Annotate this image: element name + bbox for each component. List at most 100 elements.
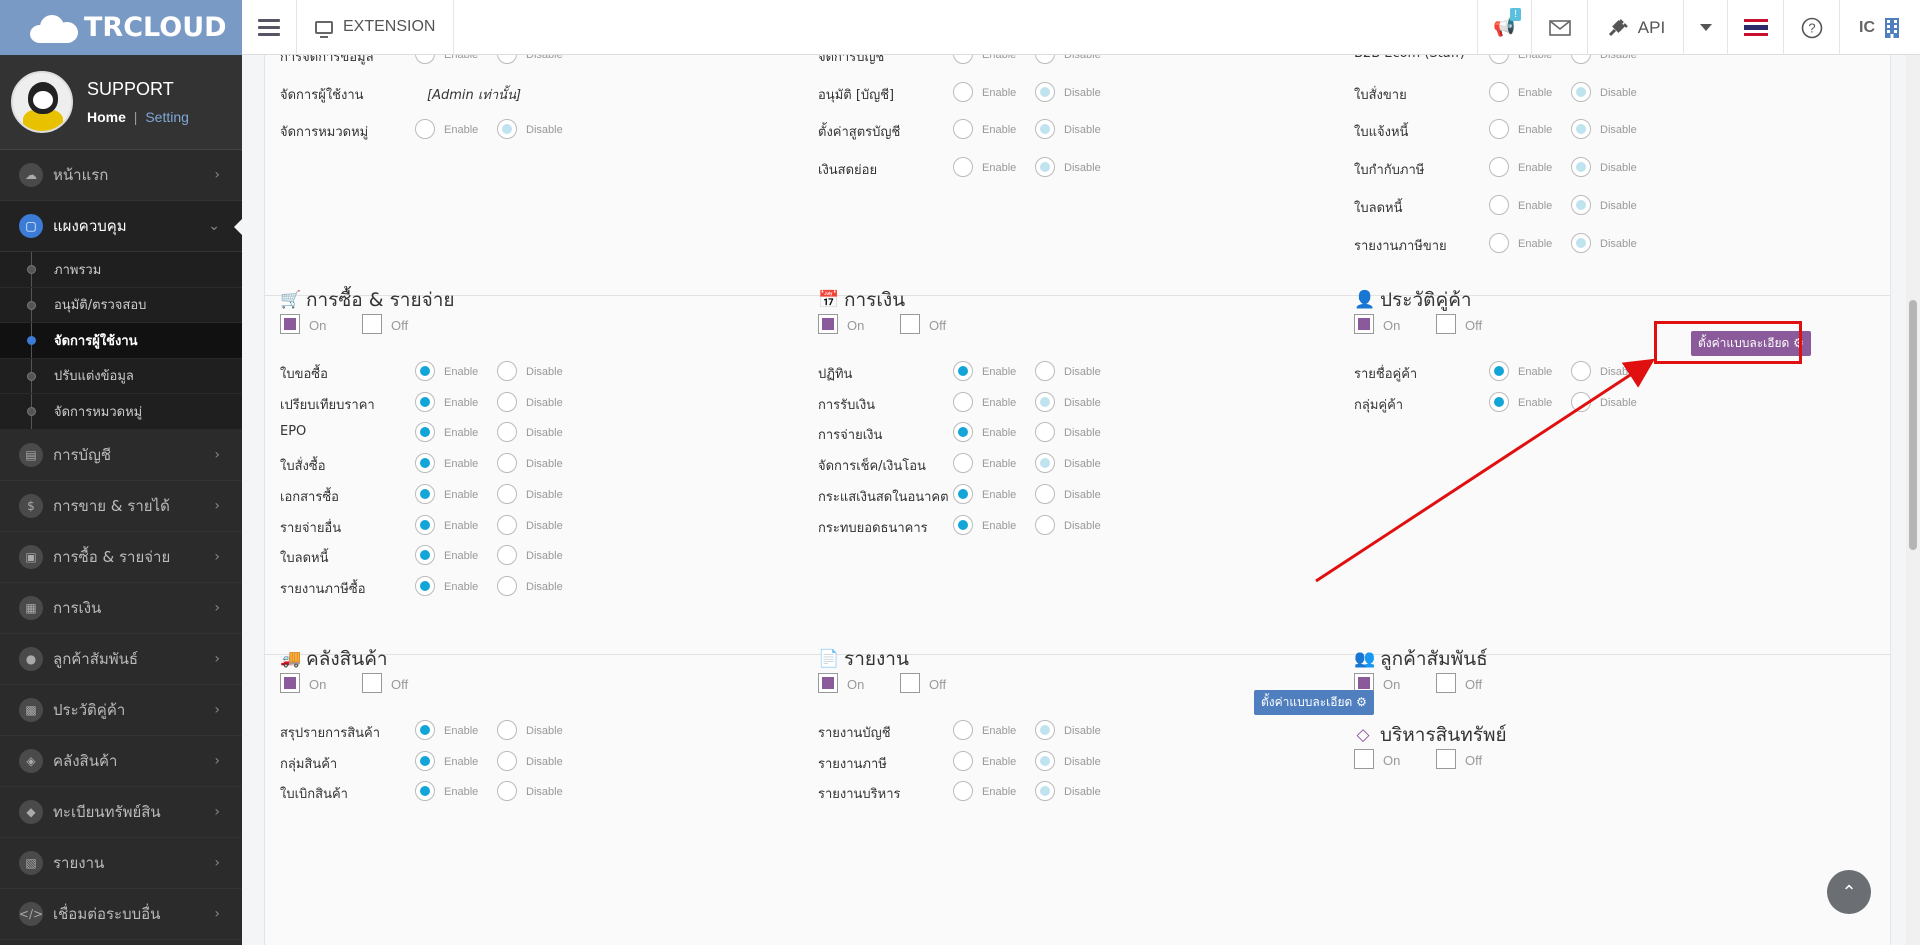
disable-radio[interactable]: [1035, 157, 1055, 178]
disable-radio[interactable]: [1035, 422, 1055, 443]
extension-button[interactable]: EXTENSION: [297, 0, 455, 55]
off-checkbox[interactable]: [1436, 673, 1456, 693]
sidebar-item[interactable]: ▦ การเงิน ›: [0, 583, 242, 634]
disable-radio[interactable]: [497, 483, 517, 504]
enable-radio[interactable]: [953, 119, 973, 140]
disable-radio[interactable]: [1035, 750, 1055, 771]
disable-radio[interactable]: [497, 361, 517, 381]
enable-radio[interactable]: [953, 157, 973, 178]
sidebar-item[interactable]: ▢ แผงควบคุม ⌄: [0, 201, 242, 252]
disable-radio[interactable]: [497, 575, 517, 596]
enable-radio[interactable]: [415, 514, 435, 535]
on-checkbox[interactable]: [818, 314, 838, 334]
disable-radio[interactable]: [1035, 361, 1055, 381]
enable-radio[interactable]: [415, 575, 435, 596]
sidebar-item[interactable]: ● ลูกค้าสัมพันธ์ ›: [0, 634, 242, 685]
sidebar-item[interactable]: ☁ หน้าแรก ›: [0, 150, 242, 201]
sidebar-item[interactable]: ▧ รายงาน ›: [0, 838, 242, 889]
setting-link[interactable]: Setting: [145, 109, 189, 125]
sidebar-subitem[interactable]: จัดการหมวดหมู่: [0, 394, 242, 430]
enable-radio[interactable]: [953, 781, 973, 802]
disable-radio[interactable]: [1035, 55, 1055, 64]
on-checkbox[interactable]: [1354, 314, 1374, 334]
disable-radio[interactable]: [1571, 232, 1591, 253]
detail-settings-button[interactable]: ตั้งค่าแบบละเอียด ⚙: [1254, 690, 1374, 715]
disable-radio[interactable]: [497, 453, 517, 474]
disable-radio[interactable]: [497, 55, 517, 64]
enable-radio[interactable]: [415, 483, 435, 504]
enable-radio[interactable]: [415, 781, 435, 802]
on-checkbox[interactable]: [818, 673, 838, 693]
mail-button[interactable]: [1531, 0, 1587, 55]
disable-radio[interactable]: [1571, 81, 1591, 102]
announcement-button[interactable]: 📢 !: [1477, 0, 1531, 55]
disable-radio[interactable]: [1571, 391, 1591, 412]
enable-radio[interactable]: [415, 453, 435, 474]
language-button[interactable]: [1727, 0, 1783, 55]
sidebar-item[interactable]: ◈ คลังสินค้า ›: [0, 736, 242, 787]
sidebar-item[interactable]: </> เชื่อมต่อระบบอื่น ›: [0, 889, 242, 940]
sidebar-subitem[interactable]: ปรับแต่งข้อมูล: [0, 358, 242, 394]
enable-radio[interactable]: [953, 750, 973, 771]
disable-radio[interactable]: [1571, 157, 1591, 178]
sidebar-item[interactable]: ▩ ประวัติคู่ค้า ›: [0, 685, 242, 736]
disable-radio[interactable]: [1035, 720, 1055, 740]
enable-radio[interactable]: [415, 422, 435, 443]
disable-radio[interactable]: [1571, 361, 1591, 381]
disable-radio[interactable]: [1035, 483, 1055, 504]
enable-radio[interactable]: [1489, 55, 1509, 64]
enable-radio[interactable]: [953, 361, 973, 381]
disable-radio[interactable]: [497, 750, 517, 771]
enable-radio[interactable]: [953, 55, 973, 64]
off-checkbox[interactable]: [900, 673, 920, 693]
enable-radio[interactable]: [1489, 391, 1509, 412]
disable-radio[interactable]: [497, 514, 517, 535]
disable-radio[interactable]: [1571, 55, 1591, 64]
enable-radio[interactable]: [953, 81, 973, 102]
enable-radio[interactable]: [415, 55, 435, 64]
on-checkbox[interactable]: [280, 314, 300, 334]
home-link[interactable]: Home: [87, 109, 126, 125]
enable-radio[interactable]: [415, 361, 435, 381]
enable-radio[interactable]: [953, 483, 973, 504]
enable-radio[interactable]: [1489, 81, 1509, 102]
sidebar-item[interactable]: $ การขาย & รายได้ ›: [0, 481, 242, 532]
sidebar-subitem[interactable]: จัดการผู้ใช้งาน: [0, 323, 242, 359]
enable-radio[interactable]: [953, 514, 973, 535]
sidebar-subitem[interactable]: ภาพรวม: [0, 252, 242, 288]
enable-radio[interactable]: [415, 545, 435, 566]
dropdown-button[interactable]: [1683, 0, 1727, 55]
disable-radio[interactable]: [1571, 194, 1591, 215]
help-button[interactable]: ?: [1783, 0, 1839, 55]
disable-radio[interactable]: [1035, 391, 1055, 412]
disable-radio[interactable]: [1035, 81, 1055, 102]
enable-radio[interactable]: [1489, 157, 1509, 178]
disable-radio[interactable]: [497, 545, 517, 566]
enable-radio[interactable]: [1489, 361, 1509, 381]
enable-radio[interactable]: [415, 119, 435, 140]
enable-radio[interactable]: [415, 391, 435, 412]
off-checkbox[interactable]: [1436, 749, 1456, 769]
logo[interactable]: TRCLOUD: [0, 0, 242, 55]
disable-radio[interactable]: [1035, 514, 1055, 535]
disable-radio[interactable]: [1035, 119, 1055, 140]
disable-radio[interactable]: [497, 720, 517, 740]
disable-radio[interactable]: [497, 119, 517, 140]
disable-radio[interactable]: [497, 781, 517, 802]
on-checkbox[interactable]: [280, 673, 300, 693]
sidebar-subitem[interactable]: อนุมัติ/ตรวจสอบ: [0, 287, 242, 323]
off-checkbox[interactable]: [362, 314, 382, 334]
enable-radio[interactable]: [953, 422, 973, 443]
enable-radio[interactable]: [953, 720, 973, 740]
menu-toggle-button[interactable]: [242, 0, 297, 55]
enable-radio[interactable]: [953, 391, 973, 412]
scrollbar-thumb[interactable]: [1909, 300, 1917, 550]
back-to-top-button[interactable]: ⌃: [1827, 870, 1871, 914]
avatar[interactable]: [11, 71, 73, 133]
disable-radio[interactable]: [497, 391, 517, 412]
off-checkbox[interactable]: [900, 314, 920, 334]
disable-radio[interactable]: [1571, 119, 1591, 140]
enable-radio[interactable]: [1489, 194, 1509, 215]
off-checkbox[interactable]: [362, 673, 382, 693]
on-checkbox[interactable]: [1354, 749, 1374, 769]
